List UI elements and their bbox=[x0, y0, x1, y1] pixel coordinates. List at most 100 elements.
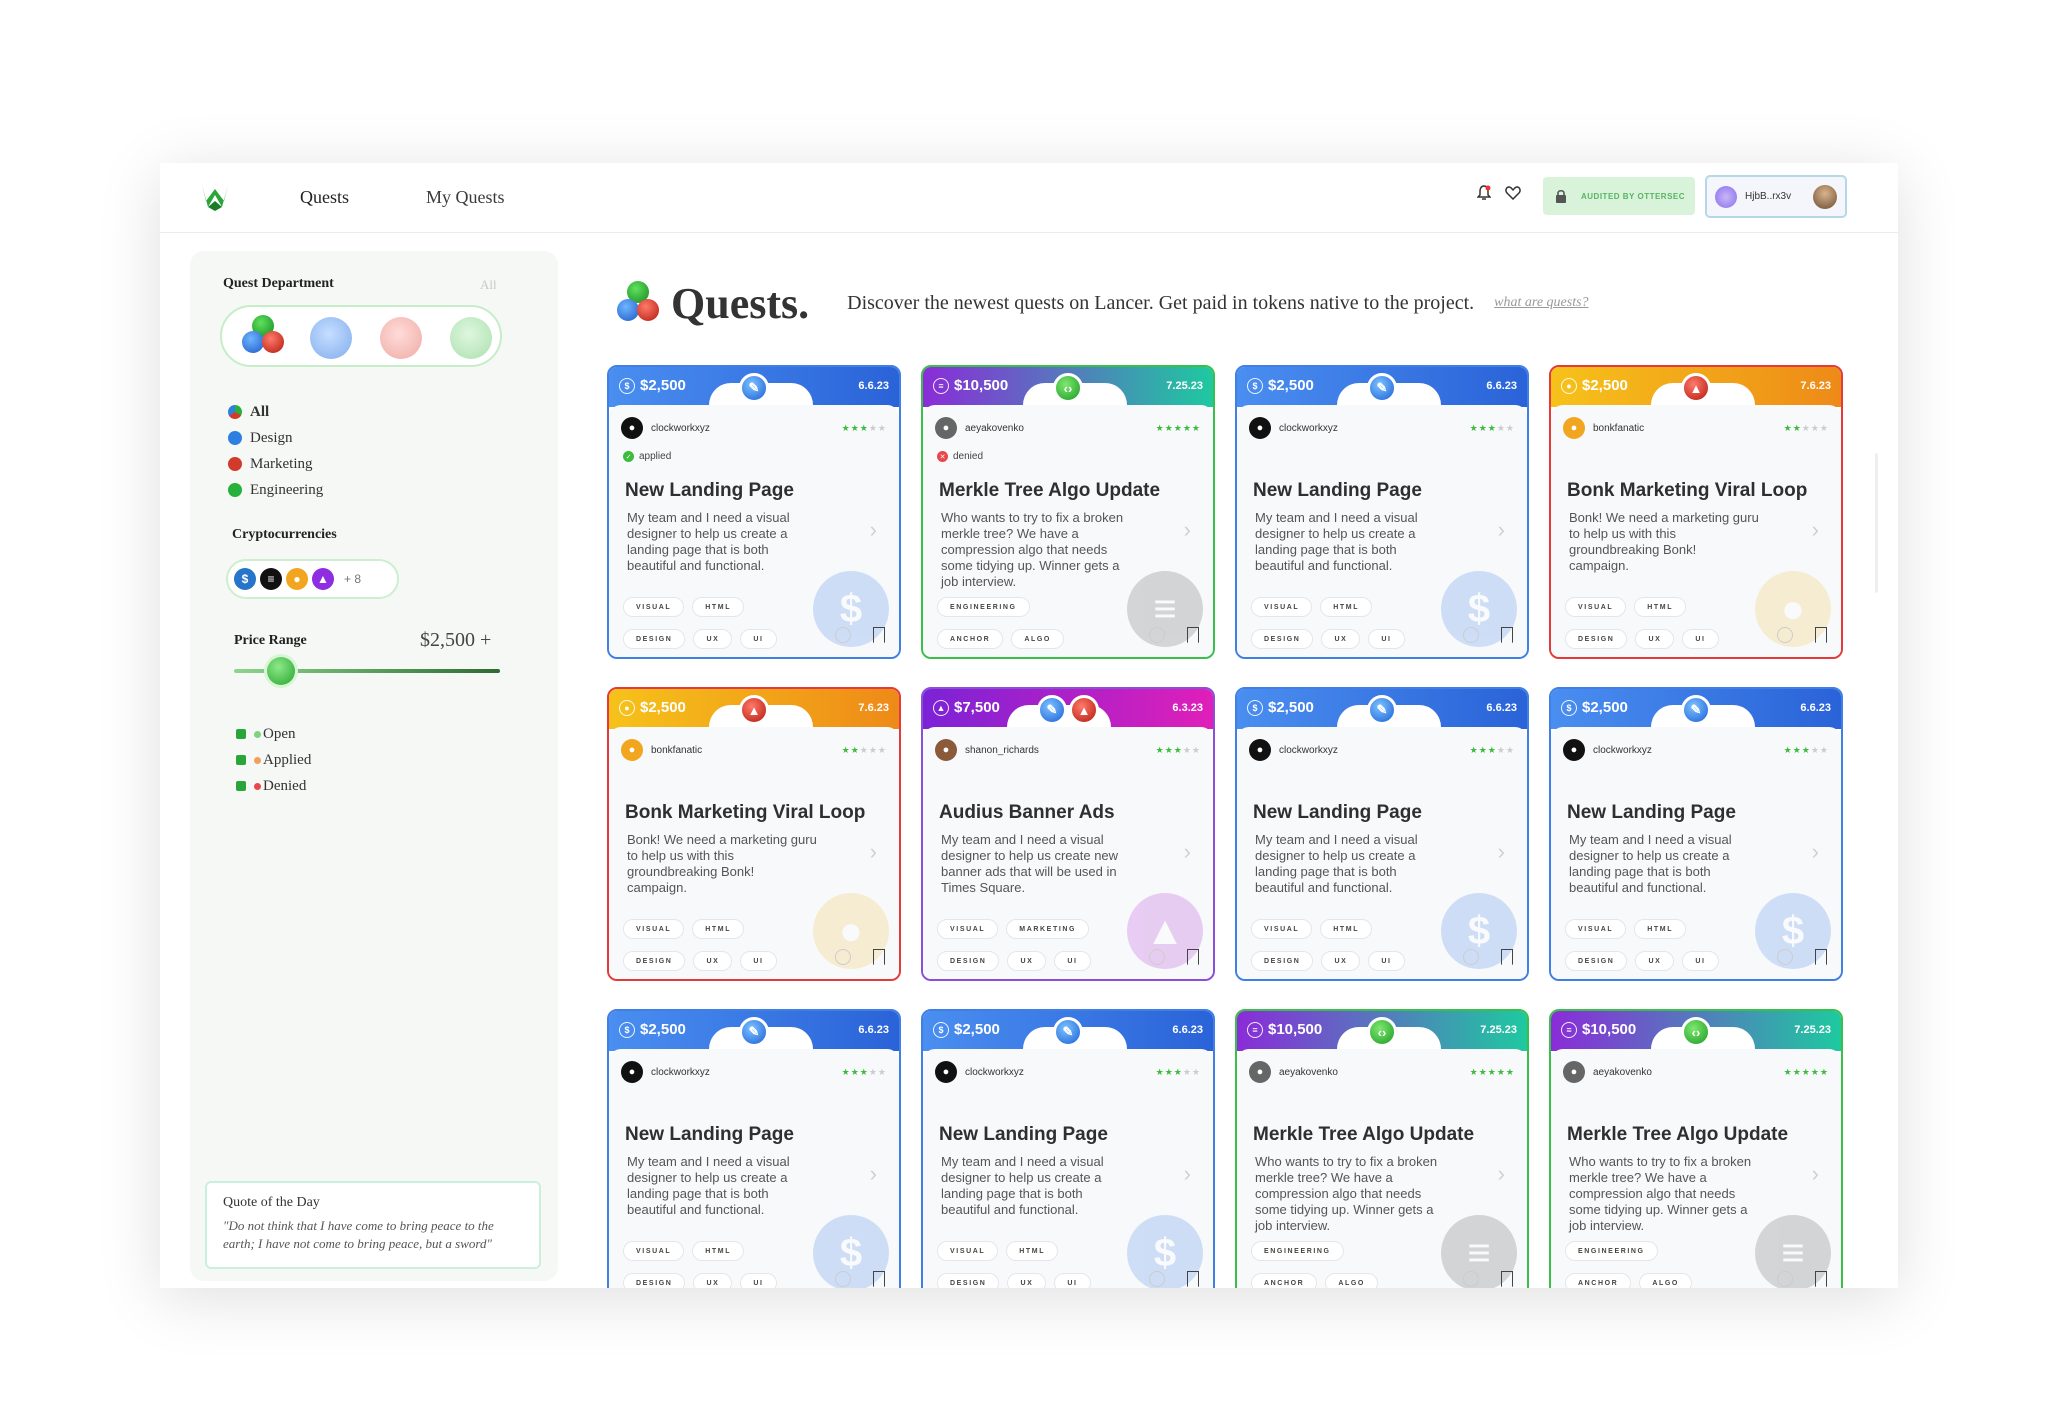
design-filter-icon[interactable] bbox=[310, 317, 352, 359]
skill-tag[interactable]: HTML bbox=[1634, 919, 1687, 939]
creator[interactable]: ● bonkfanatic bbox=[621, 739, 702, 761]
skill-tag[interactable]: VISUAL bbox=[1565, 919, 1627, 939]
quest-card[interactable]: $ $2,500 6.6.23 ✎ ● clockworkxyz ★★★★★ New Land… bbox=[921, 1009, 1215, 1288]
chevron-right-icon[interactable]: › bbox=[1184, 517, 1191, 543]
dept-item-design[interactable]: Design bbox=[228, 425, 323, 451]
skill-tag[interactable]: UX bbox=[693, 629, 733, 649]
skill-tag[interactable]: UI bbox=[1368, 951, 1405, 971]
skill-tag[interactable]: VISUAL bbox=[623, 597, 685, 617]
creator[interactable]: ● clockworkxyz bbox=[621, 1061, 710, 1083]
skill-tag[interactable]: VISUAL bbox=[937, 1241, 999, 1261]
creator[interactable]: ● clockworkxyz bbox=[621, 417, 710, 439]
quest-card[interactable]: ≡ $10,500 7.25.23 ‹› ● aeyakovenko ★★★★★ ✕ denie… bbox=[921, 365, 1215, 659]
quest-card[interactable]: ≡ $10,500 7.25.23 ‹› ● aeyakovenko ★★★★★ Merkle… bbox=[1549, 1009, 1843, 1288]
skill-tag[interactable]: ANCHOR bbox=[937, 629, 1004, 649]
skill-tag[interactable]: VISUAL bbox=[623, 1241, 685, 1261]
creator[interactable]: ● clockworkxyz bbox=[935, 1061, 1024, 1083]
skill-tag[interactable]: DESIGN bbox=[623, 629, 686, 649]
skill-tag[interactable]: DESIGN bbox=[937, 951, 1000, 971]
chevron-right-icon[interactable]: › bbox=[1184, 839, 1191, 865]
skill-tag[interactable]: UX bbox=[1635, 629, 1675, 649]
dept-item-all[interactable]: All bbox=[228, 399, 323, 425]
skill-tag[interactable]: DESIGN bbox=[623, 1273, 686, 1288]
crypto-selector[interactable]: $ ≡ ● ▲ + 8 bbox=[226, 559, 399, 599]
chevron-right-icon[interactable]: › bbox=[1812, 517, 1819, 543]
chevron-right-icon[interactable]: › bbox=[1812, 839, 1819, 865]
skill-tag[interactable]: UI bbox=[1054, 951, 1091, 971]
skill-tag[interactable]: ALGO bbox=[1325, 1273, 1378, 1288]
quest-card[interactable]: ● $2,500 7.6.23 ▲ ● bonkfanatic ★★★★★ Bonk Mark… bbox=[1549, 365, 1843, 659]
skill-tag[interactable]: HTML bbox=[1634, 597, 1687, 617]
skill-tag[interactable]: UX bbox=[1007, 1273, 1047, 1288]
skill-tag[interactable]: HTML bbox=[1006, 1241, 1059, 1261]
avatar[interactable] bbox=[1813, 184, 1837, 209]
chevron-right-icon[interactable]: › bbox=[870, 839, 877, 865]
skill-tag[interactable]: UI bbox=[1054, 1273, 1091, 1288]
chevron-right-icon[interactable]: › bbox=[1812, 1161, 1819, 1187]
skill-tag[interactable]: UX bbox=[693, 1273, 733, 1288]
wallet-button[interactable]: HjbB..rx3v bbox=[1705, 175, 1847, 218]
dept-item-marketing[interactable]: Marketing bbox=[228, 451, 323, 477]
nav-quests[interactable]: Quests bbox=[300, 187, 349, 208]
skill-tag[interactable]: ENGINEERING bbox=[1565, 1241, 1658, 1261]
creator[interactable]: ● bonkfanatic bbox=[1563, 417, 1644, 439]
chevron-right-icon[interactable]: › bbox=[870, 1161, 877, 1187]
skill-tag[interactable]: ENGINEERING bbox=[1251, 1241, 1344, 1261]
usdc-icon[interactable]: $ bbox=[234, 568, 256, 590]
checkbox[interactable] bbox=[236, 729, 246, 739]
scrollbar[interactable] bbox=[1875, 453, 1878, 593]
price-slider-handle[interactable] bbox=[267, 657, 295, 685]
skill-tag[interactable]: VISUAL bbox=[1251, 919, 1313, 939]
skill-tag[interactable]: UX bbox=[693, 951, 733, 971]
bell-icon[interactable] bbox=[1477, 185, 1491, 201]
crypto-more[interactable]: + 8 bbox=[344, 572, 361, 586]
skill-tag[interactable]: VISUAL bbox=[1565, 597, 1627, 617]
audius-icon[interactable]: ▲ bbox=[312, 568, 334, 590]
skill-tag[interactable]: VISUAL bbox=[623, 919, 685, 939]
creator[interactable]: ● clockworkxyz bbox=[1563, 739, 1652, 761]
skill-tag[interactable]: UI bbox=[1682, 629, 1719, 649]
skill-tag[interactable]: UI bbox=[740, 629, 777, 649]
skill-tag[interactable]: HTML bbox=[692, 597, 745, 617]
chevron-right-icon[interactable]: › bbox=[1498, 517, 1505, 543]
bonk-icon[interactable]: ● bbox=[286, 568, 308, 590]
skill-tag[interactable]: ANCHOR bbox=[1251, 1273, 1318, 1288]
creator[interactable]: ● aeyakovenko bbox=[1563, 1061, 1652, 1083]
skill-tag[interactable]: VISUAL bbox=[1251, 597, 1313, 617]
engineering-filter-icon[interactable] bbox=[450, 317, 492, 359]
creator[interactable]: ● shanon_richards bbox=[935, 739, 1039, 761]
skill-tag[interactable]: DESIGN bbox=[623, 951, 686, 971]
creator[interactable]: ● clockworkxyz bbox=[1249, 417, 1338, 439]
chevron-right-icon[interactable]: › bbox=[1498, 1161, 1505, 1187]
skill-tag[interactable]: UX bbox=[1007, 951, 1047, 971]
status-applied[interactable]: Applied bbox=[236, 747, 311, 773]
skill-tag[interactable]: ALGO bbox=[1011, 629, 1064, 649]
quest-card[interactable]: $ $2,500 6.6.23 ✎ ● clockworkxyz ★★★★★ New Land… bbox=[1235, 365, 1529, 659]
nav-my-quests[interactable]: My Quests bbox=[426, 187, 505, 208]
chevron-right-icon[interactable]: › bbox=[870, 517, 877, 543]
checkbox[interactable] bbox=[236, 781, 246, 791]
skill-tag[interactable]: ENGINEERING bbox=[937, 597, 1030, 617]
skill-tag[interactable]: HTML bbox=[1320, 597, 1373, 617]
status-denied[interactable]: Denied bbox=[236, 773, 311, 799]
quest-card[interactable]: ● $2,500 7.6.23 ▲ ● bonkfanatic ★★★★★ Bonk Mark… bbox=[607, 687, 901, 981]
skill-tag[interactable]: UI bbox=[1682, 951, 1719, 971]
skill-tag[interactable]: UX bbox=[1321, 629, 1361, 649]
skill-tag[interactable]: DESIGN bbox=[1565, 951, 1628, 971]
skill-tag[interactable]: ANCHOR bbox=[1565, 1273, 1632, 1288]
quest-card[interactable]: $ $2,500 6.6.23 ✎ ● clockworkxyz ★★★★★ New Land… bbox=[607, 1009, 901, 1288]
dept-item-engineering[interactable]: Engineering bbox=[228, 477, 323, 503]
solana-icon[interactable]: ≡ bbox=[260, 568, 282, 590]
skill-tag[interactable]: DESIGN bbox=[1251, 629, 1314, 649]
status-open[interactable]: Open bbox=[236, 721, 311, 747]
checkbox[interactable] bbox=[236, 755, 246, 765]
skill-tag[interactable]: UI bbox=[740, 951, 777, 971]
dept-all-link[interactable]: All bbox=[480, 277, 497, 293]
creator[interactable]: ● aeyakovenko bbox=[1249, 1061, 1338, 1083]
creator[interactable]: ● clockworkxyz bbox=[1249, 739, 1338, 761]
marketing-filter-icon[interactable] bbox=[380, 317, 422, 359]
skill-tag[interactable]: HTML bbox=[692, 919, 745, 939]
skill-tag[interactable]: MARKETING bbox=[1006, 919, 1090, 939]
skill-tag[interactable]: UX bbox=[1635, 951, 1675, 971]
skill-tag[interactable]: DESIGN bbox=[937, 1273, 1000, 1288]
